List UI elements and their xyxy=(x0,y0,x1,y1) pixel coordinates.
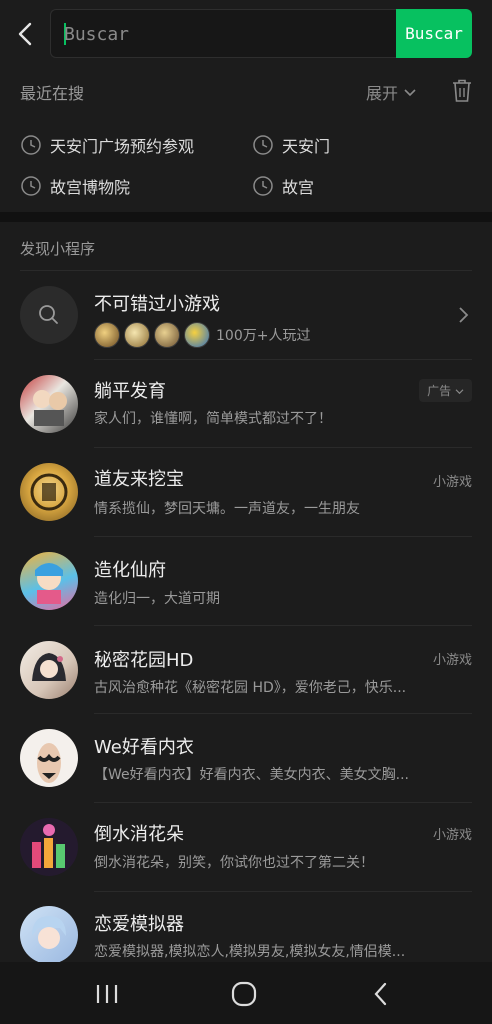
history-item[interactable]: 天安门广场预约参观 xyxy=(20,133,194,157)
search-circle xyxy=(20,286,78,344)
history-item-label: 天安门广场预约参观 xyxy=(50,137,195,156)
players-row: 100万+人玩过 xyxy=(94,322,310,348)
history-item-label: 故宫博物院 xyxy=(50,178,131,197)
search-icon xyxy=(39,305,58,324)
item-name: We好看内衣 xyxy=(94,737,194,758)
divider xyxy=(94,802,472,803)
section-divider xyxy=(0,212,492,222)
divider xyxy=(94,713,472,714)
clock-icon xyxy=(253,135,273,155)
clock-icon xyxy=(21,135,41,155)
search-button[interactable]: Buscar xyxy=(396,9,472,58)
app-avatar xyxy=(20,641,78,699)
back-button[interactable] xyxy=(12,18,40,50)
item-name: 倒水消花朵 xyxy=(94,824,184,845)
anime-boy-illustration xyxy=(32,916,66,949)
list-item[interactable]: 造化仙府 造化归一，大道可期 xyxy=(20,552,472,612)
item-desc: 造化归一，大道可期 xyxy=(94,591,220,607)
history-item-label: 故宫 xyxy=(282,178,315,197)
garden-girl-illustration xyxy=(32,653,66,681)
history-item-label: 天安门 xyxy=(282,137,331,156)
expand-label: 展开 xyxy=(366,84,399,103)
divider xyxy=(94,625,472,626)
home-button[interactable] xyxy=(229,980,259,1008)
list-item[interactable]: 倒水消花朵 倒水消花朵，别笑，你试你也过不了第二关！ 小游戏 xyxy=(20,818,472,878)
list-item[interactable]: 躺平发育 家人们，谁懂啊，简单模式都过不了！ 广告 xyxy=(20,375,472,435)
games-banner-title: 不可错过小游戏 xyxy=(94,294,220,315)
recent-apps-button[interactable] xyxy=(92,980,122,1008)
home-icon xyxy=(231,981,257,1007)
app-avatar xyxy=(20,818,78,876)
player-avatar xyxy=(94,322,120,348)
flower-bottles-illustration xyxy=(32,824,65,868)
app-avatar xyxy=(20,906,78,962)
dao-character-illustration xyxy=(30,473,68,511)
divider xyxy=(94,447,472,448)
player-avatar xyxy=(184,322,210,348)
item-name: 秘密花园HD xyxy=(94,650,194,671)
item-desc: 【We好看内衣】好看内衣、美女内衣、美女文胸... xyxy=(94,767,409,783)
divider xyxy=(20,270,472,271)
ad-badge[interactable]: 广告 xyxy=(419,379,472,402)
ad-label: 广告 xyxy=(427,384,452,398)
history-item[interactable]: 故宫 xyxy=(252,174,314,198)
app-avatar xyxy=(20,729,78,787)
app-avatar xyxy=(20,552,78,610)
games-banner[interactable]: 不可错过小游戏 100万+人玩过 xyxy=(20,286,472,348)
item-desc: 家人们，谁懂啊，简单模式都过不了！ xyxy=(94,411,332,427)
app-avatar xyxy=(20,375,78,433)
lingerie-model-illustration xyxy=(37,743,61,783)
chevron-down-icon xyxy=(404,89,416,97)
history-item[interactable]: 天安门 xyxy=(252,133,330,157)
chevron-down-icon xyxy=(455,389,464,395)
history-item[interactable]: 故宫博物院 xyxy=(20,174,130,198)
divider xyxy=(94,359,472,360)
item-name: 造化仙府 xyxy=(94,560,166,581)
divider xyxy=(94,891,472,892)
item-desc: 倒水消花朵，别笑，你试你也过不了第二关！ xyxy=(94,855,374,871)
system-back-button[interactable] xyxy=(366,980,396,1008)
mini-programs-title: 发现小程序 xyxy=(20,240,96,258)
search-input[interactable] xyxy=(64,20,384,48)
clear-history-button[interactable] xyxy=(450,78,474,104)
mini-game-tag: 小游戏 xyxy=(432,653,472,668)
recent-searches-title: 最近在搜 xyxy=(20,84,85,103)
divider xyxy=(94,536,472,537)
item-desc: 恋爱模拟器,模拟恋人,模拟男友,模拟女友,情侣模... xyxy=(94,944,406,960)
app-avatar xyxy=(20,463,78,521)
player-avatar xyxy=(154,322,180,348)
list-item[interactable]: 道友来挖宝 情系揽仙，梦回天墉。一声道友，一生朋友 小游戏 xyxy=(20,463,472,523)
mini-game-tag: 小游戏 xyxy=(432,475,472,490)
list-item[interactable]: 秘密花园HD 古风治愈种花《秘密花园 HD》，爱你老己，快乐... 小游戏 xyxy=(20,641,472,701)
clock-icon xyxy=(21,176,41,196)
system-nav-bar xyxy=(0,962,492,1024)
search-field[interactable] xyxy=(50,9,396,58)
players-count: 100万+人玩过 xyxy=(216,328,311,344)
player-avatar xyxy=(124,322,150,348)
item-desc: 情系揽仙，梦回天墉。一声道友，一生朋友 xyxy=(94,501,360,517)
character-illustration xyxy=(33,390,67,426)
item-name: 道友来挖宝 xyxy=(94,469,184,490)
search-bar: Buscar xyxy=(0,0,492,68)
list-item[interactable]: We好看内衣 【We好看内衣】好看内衣、美女内衣、美女文胸... xyxy=(20,729,472,789)
chevron-right-icon xyxy=(459,307,469,323)
clock-icon xyxy=(253,176,273,196)
fairy-illustration xyxy=(35,563,63,604)
mini-game-tag: 小游戏 xyxy=(432,828,472,843)
list-item[interactable]: 恋爱模拟器 恋爱模拟器,模拟恋人,模拟男友,模拟女友,情侣模... xyxy=(20,906,472,962)
expand-button[interactable]: 展开 xyxy=(366,80,416,104)
recent-apps-icon xyxy=(96,985,118,1003)
back-arrow-icon xyxy=(374,982,387,1006)
chevron-left-icon xyxy=(18,22,32,46)
item-desc: 古风治愈种花《秘密花园 HD》，爱你老己，快乐... xyxy=(94,680,407,696)
trash-icon xyxy=(453,79,471,102)
item-name: 恋爱模拟器 xyxy=(94,914,184,935)
item-name: 躺平发育 xyxy=(94,381,166,402)
